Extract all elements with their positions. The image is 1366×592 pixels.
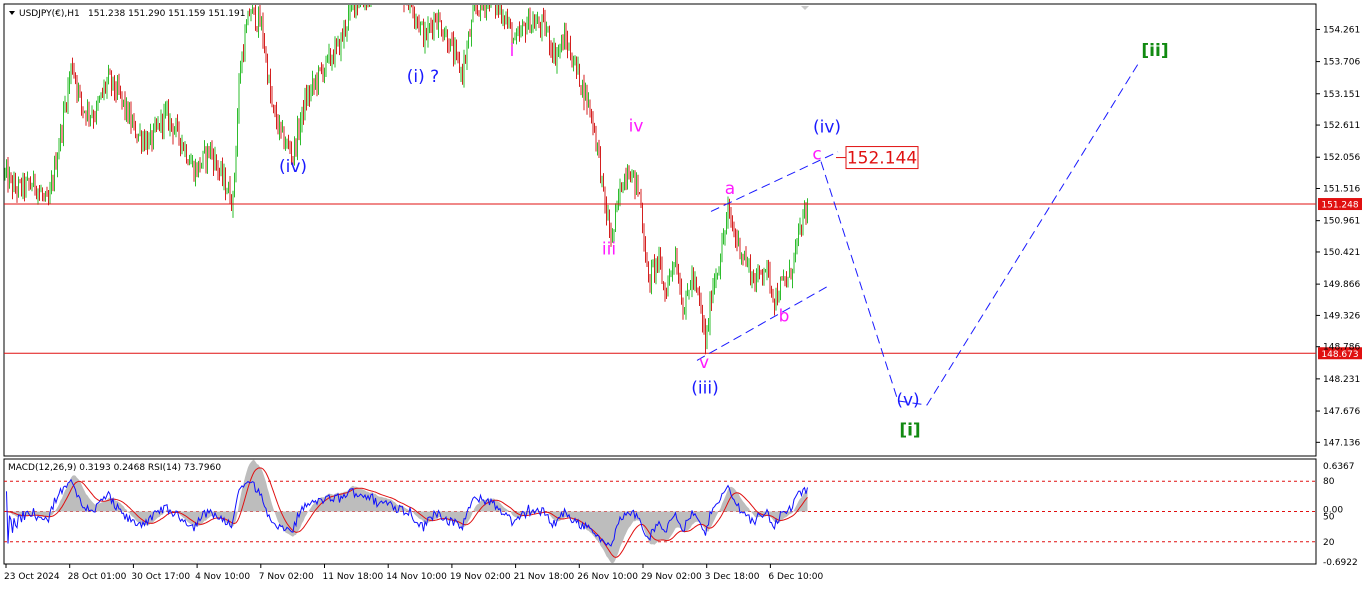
x-tick-label: 28 Oct 01:00	[68, 572, 127, 582]
y-tick-label: 149.866	[1323, 280, 1360, 290]
x-tick-label: 30 Oct 17:00	[131, 572, 190, 582]
x-tick-label: 11 Nov 18:00	[323, 572, 384, 582]
wave-label: (iii)	[691, 378, 718, 398]
x-tick-label: 29 Nov 02:00	[641, 572, 702, 582]
indicator-tick-label: 20	[1323, 538, 1335, 548]
y-tick-label: 152.056	[1323, 153, 1360, 163]
y-tick-label: 148.786	[1323, 343, 1360, 353]
x-tick-label: 19 Nov 02:00	[450, 572, 511, 582]
y-tick-label: 150.961	[1323, 217, 1360, 227]
symbol-label: USDJPY(€),H1	[19, 9, 80, 19]
wave-label: (iv)	[279, 157, 307, 177]
wave-label: (i) ?	[407, 67, 439, 87]
indicator-tick-label: 50	[1323, 513, 1335, 523]
y-tick-label: 148.231	[1323, 375, 1360, 385]
wave-label: b	[779, 307, 790, 327]
indicator-tick-label: 0.6367	[1323, 462, 1355, 472]
y-tick-label: 154.261	[1323, 25, 1360, 35]
wave-label: (iv)	[813, 118, 841, 138]
y-tick-label: 153.151	[1323, 90, 1360, 100]
y-tick-label: 153.706	[1323, 58, 1360, 68]
y-tick-label: 152.611	[1323, 121, 1360, 131]
wave-label: c	[812, 144, 821, 164]
indicator-tick-label: 80	[1323, 477, 1335, 487]
y-tick-label: 149.326	[1323, 311, 1360, 321]
main-panel-frame	[3, 3, 1317, 457]
x-tick-label: 4 Nov 10:00	[195, 572, 250, 582]
y-tick-label: 147.676	[1323, 407, 1360, 417]
indicator-tick-label: -0.6922	[1323, 558, 1358, 568]
x-tick-label: 14 Nov 10:00	[386, 572, 447, 582]
wave-label: [i]	[899, 421, 920, 441]
x-tick-label: 3 Dec 18:00	[705, 572, 760, 582]
y-tick-label: 150.421	[1323, 248, 1360, 258]
wave-label: i	[510, 41, 515, 61]
y-tick-label: 151.516	[1323, 185, 1360, 195]
x-tick-label: 23 Oct 2024	[4, 572, 60, 582]
current-price-tag-text: 151.248	[1321, 201, 1358, 211]
indicator-header: MACD(12,26,9) 0.3193 0.2468 RSI(14) 73.7…	[8, 463, 221, 473]
ohlc-values: 151.238 151.290 151.159 151.191	[88, 9, 245, 19]
x-tick-label: 7 Nov 02:00	[259, 572, 314, 582]
wave-label: (v)	[896, 391, 919, 411]
y-tick-label: 147.136	[1323, 438, 1360, 448]
chart-window[interactable]: 151.248 148.673 152.144 (i) ? (iv) i iv iii a b v…	[0, 0, 1366, 588]
x-tick-label: 6 Dec 10:00	[768, 572, 823, 582]
x-tick-label: 21 Nov 18:00	[514, 572, 575, 582]
x-tick-label: 26 Nov 10:00	[577, 572, 638, 582]
wave-label: v	[699, 353, 709, 373]
wave-label: a	[725, 179, 735, 199]
wave-label: iv	[629, 117, 644, 137]
target-price-label: 152.144	[847, 149, 917, 169]
wave-label: iii	[602, 239, 616, 259]
price-chart[interactable]: 151.248148.673 152.144(i) ?(iv)iiviiiabv…	[0, 0, 1366, 588]
wave-label: [ii]	[1141, 41, 1168, 61]
